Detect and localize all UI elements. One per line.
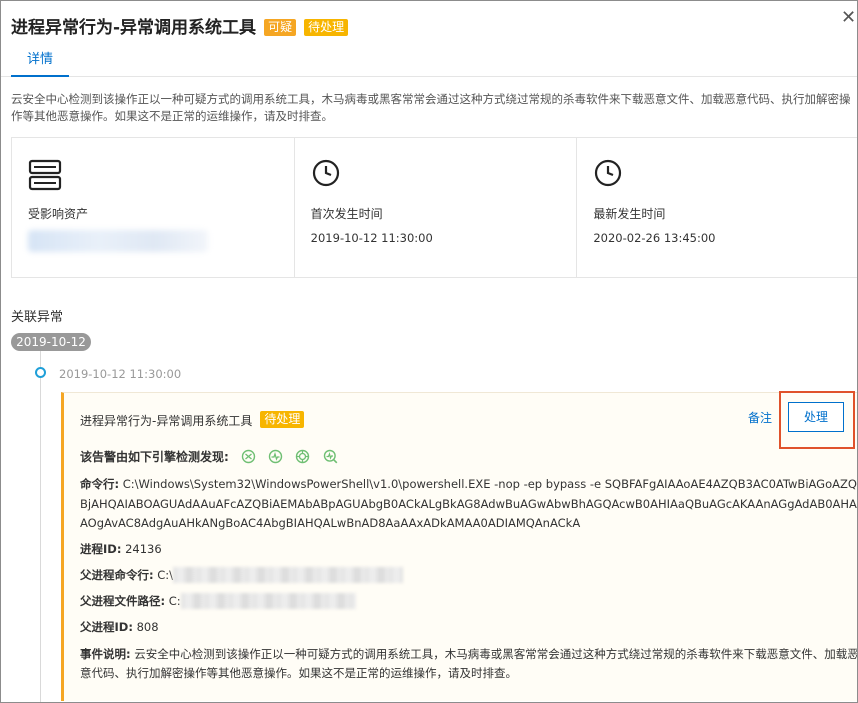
note-link[interactable]: 备注 (748, 409, 772, 426)
engine-icon-1 (241, 449, 256, 464)
process-id-value: 24136 (125, 542, 162, 556)
related-section-title: 关联异常 (11, 310, 64, 325)
parent-command-row: 父进程命令行: C:\ (80, 566, 404, 585)
parent-process-id-row: 父进程ID: 808 (80, 618, 159, 637)
alert-description: 云安全中心检测到该操作正以一种可疑方式的调用系统工具，木马病毒或黑客常常会通过这… (11, 92, 851, 123)
latest-occurrence-card: 最新发生时间 2020-02-26 13:45:00 (577, 138, 857, 277)
parent-path-value: C: (168, 594, 181, 608)
engines-label: 该告警由如下引擎检测发现: (80, 450, 229, 464)
event-status-badge: 待处理 (260, 411, 305, 428)
timeline-date-pill: 2019-10-12 (11, 333, 91, 351)
clock-icon (595, 159, 622, 187)
title-text: 进程异常行为-异常调用系统工具 (11, 18, 257, 38)
command-line-label: 命令行: (80, 477, 120, 491)
clock-icon (312, 159, 339, 187)
first-occurrence-card: 首次发生时间 2019-10-12 11:30:00 (295, 138, 578, 277)
event-title-text: 进程异常行为-异常调用系统工具 (80, 414, 253, 428)
pending-badge: 待处理 (304, 19, 349, 36)
suspicious-badge: 可疑 (264, 19, 297, 36)
event-description-value: 云安全中心检测到该操作正以一种可疑方式的调用系统工具，木马病毒或黑客常常会通过这… (80, 647, 858, 680)
first-time-label: 首次发生时间 (310, 207, 383, 221)
asset-card: 受影响资产 (12, 138, 295, 277)
summary-cards: 受影响资产 首次发生时间 2019-10-12 11:30:00 最新发生时间 … (11, 137, 857, 278)
parent-process-id-value: 808 (136, 620, 159, 634)
asset-label: 受影响资产 (28, 207, 89, 221)
timeline-time: 2019-10-12 11:30:00 (59, 367, 182, 381)
detection-engines: 该告警由如下引擎检测发现: (80, 448, 338, 465)
engine-icon-4 (323, 449, 337, 464)
timeline-line (40, 351, 41, 702)
process-id-label: 进程ID: (80, 542, 122, 556)
engine-icon-2 (268, 449, 283, 464)
timeline-dot (35, 367, 46, 378)
event-description-row: 事件说明: 云安全中心检测到该操作正以一种可疑方式的调用系统工具，木马病毒或黑客… (80, 645, 858, 683)
event-title: 进程异常行为-异常调用系统工具 待处理 (80, 411, 305, 429)
parent-command-value: C:\ (157, 568, 174, 582)
close-icon[interactable]: ✕ (841, 9, 856, 27)
parent-path-row: 父进程文件路径: C: (80, 592, 356, 611)
event-description-label: 事件说明: (80, 647, 131, 661)
server-icon (28, 159, 62, 191)
page-title: 进程异常行为-异常调用系统工具 可疑 待处理 (11, 13, 349, 38)
command-line-row: 命令行: C:\Windows\System32\WindowsPowerShe… (80, 475, 857, 534)
parent-path-label: 父进程文件路径: (80, 594, 166, 608)
tab-details[interactable]: 详情 (11, 45, 69, 77)
asset-value-redacted (28, 230, 208, 252)
process-id-row: 进程ID: 24136 (80, 540, 162, 559)
command-line-value: C:\Windows\System32\WindowsPowerShell\v1… (80, 477, 857, 530)
latest-time-value: 2020-02-26 13:45:00 (593, 231, 716, 245)
parent-path-redacted (180, 593, 356, 609)
parent-command-label: 父进程命令行: (80, 568, 154, 582)
parent-process-id-label: 父进程ID: (80, 620, 133, 634)
handle-button[interactable]: 处理 (788, 402, 844, 432)
parent-command-redacted (173, 567, 404, 583)
tab-bar: 详情 (1, 45, 857, 77)
engine-icon-3 (296, 449, 310, 464)
event-card: 进程异常行为-异常调用系统工具 待处理 备注 处理 该告警由如下引擎检测发现: 命… (61, 391, 858, 701)
alert-detail-panel: 进程异常行为-异常调用系统工具 可疑 待处理 ✕ 详情 云安全中心检测到该操作正以一… (0, 0, 858, 703)
first-time-value: 2019-10-12 11:30:00 (310, 231, 433, 245)
latest-time-label: 最新发生时间 (593, 207, 666, 221)
